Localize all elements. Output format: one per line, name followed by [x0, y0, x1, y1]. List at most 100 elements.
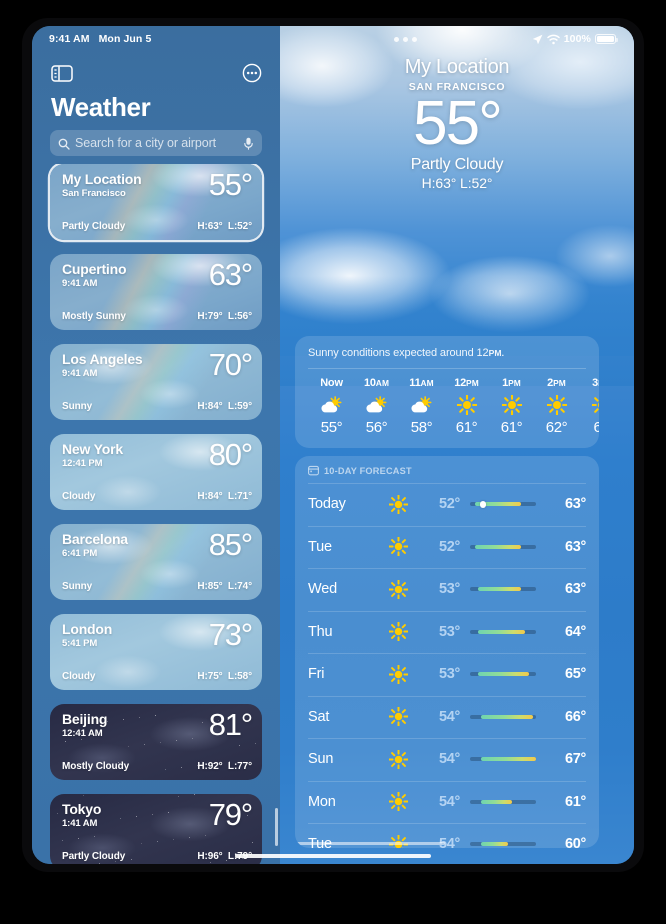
current-weather-hero: My Location SAN FRANCISCO 55° Partly Clo… [280, 56, 634, 191]
daily-forecast-row[interactable]: Sun 54° 67° [295, 738, 599, 781]
city-name: Tokyo [62, 801, 102, 817]
status-bar-left: 9:41 AM Mon Jun 5 [32, 33, 280, 45]
daily-forecast-header: 10-DAY FORECAST [295, 456, 599, 483]
search-icon [58, 137, 70, 150]
day-high-temp: 66° [564, 708, 586, 725]
daily-forecast-label: 10-DAY FORECAST [324, 465, 412, 476]
hour-label: 1PM [502, 377, 521, 389]
hour-temperature: 61° [500, 419, 523, 436]
city-subtitle: 12:41 AM [62, 728, 103, 739]
city-name: Cupertino [62, 261, 127, 277]
temperature-range-bar [470, 799, 536, 804]
city-subtitle: 1:41 AM [62, 818, 98, 829]
hour-column: 11AM 58° [399, 377, 444, 436]
day-low-temp: 52° [438, 496, 460, 513]
city-card-london[interactable]: London 5:41 PM 73° Cloudy H:75° L:58° [50, 614, 262, 690]
day-low-temp: 53° [438, 666, 460, 683]
daily-forecast-row[interactable]: Sat 54° 66° [295, 695, 599, 739]
city-high-low: H:63° L:52° [197, 221, 252, 232]
daily-forecast-row[interactable]: Today 52° 63° [295, 483, 599, 526]
hour-temperature: 62° [545, 419, 568, 436]
city-high-low: H:92° L:77° [197, 761, 252, 772]
city-card-my-location[interactable]: My Location San Francisco 55° Partly Cloudy… [50, 164, 262, 240]
city-condition: Cloudy [62, 491, 96, 502]
hour-column: 10AM 56° [354, 377, 399, 436]
temperature-range-bar [470, 842, 536, 847]
city-card-los-angeles[interactable]: Los Angeles 9:41 AM 70° Sunny H:84° L:59° [50, 344, 262, 420]
temperature-range-bar [470, 714, 536, 719]
city-temperature: 70° [208, 347, 253, 382]
search-placeholder: Search for a city or airport [75, 136, 217, 150]
city-card-barcelona[interactable]: Barcelona 6:41 PM 85° Sunny H:85° L:74° [50, 524, 262, 600]
multitask-dot [412, 36, 418, 42]
city-card-tokyo[interactable]: Tokyo 1:41 AM 79° Partly Cloudy H:96° L:79° [50, 794, 262, 864]
hour-label: 12PM [454, 377, 479, 389]
sidebar-toggle-icon[interactable] [51, 64, 73, 82]
ellipsis-circle-icon[interactable] [242, 63, 262, 83]
daily-forecast-row[interactable]: Fri 53° 65° [295, 653, 599, 696]
daily-scrollbar[interactable] [295, 841, 445, 845]
city-name: London [62, 621, 113, 637]
city-card-beijing[interactable]: Beijing 12:41 AM 81° Mostly Cloudy H:92° L:7… [50, 704, 262, 780]
home-indicator[interactable] [235, 853, 431, 858]
daily-forecast-row[interactable]: Wed 53° 63° [295, 568, 599, 611]
sun-icon [378, 622, 418, 642]
day-low-temp: 54° [438, 793, 460, 810]
day-low-temp: 54° [438, 708, 460, 725]
temperature-range-bar [470, 587, 536, 592]
hero-condition: Partly Cloudy [410, 155, 504, 173]
day-name: Sun [308, 751, 334, 768]
city-temperature: 55° [208, 167, 253, 202]
city-card-cupertino[interactable]: Cupertino 9:41 AM 63° Mostly Sunny H:79° L:5… [50, 254, 262, 330]
sun-icon [378, 537, 418, 557]
bar-fill [475, 544, 522, 549]
multitask-dot [394, 36, 400, 42]
hero-location-title: My Location [404, 56, 510, 78]
city-condition: Partly Cloudy [62, 851, 126, 862]
sidebar-toolbar [32, 56, 280, 90]
battery-percent: 100% [563, 33, 591, 45]
city-list[interactable]: My Location San Francisco 55° Partly Cloudy… [32, 164, 280, 864]
sun-icon [489, 394, 534, 416]
daily-forecast-card[interactable]: 10-DAY FORECAST Today 52° 63° Tue 52° 63° Wed 5… [295, 456, 599, 848]
temperature-range-bar [470, 757, 536, 762]
city-card-new-york[interactable]: New York 12:41 PM 80° Cloudy H:84° L:71° [50, 434, 262, 510]
hour-column: 12PM 61° [444, 377, 489, 436]
day-high-temp: 63° [564, 581, 586, 598]
day-high-temp: 65° [564, 666, 586, 683]
sun-icon [378, 579, 418, 599]
daily-forecast-rows[interactable]: Today 52° 63° Tue 52° 63° Wed 53° 63° Thu 53° 64° Fr… [295, 483, 599, 848]
multitasking-control[interactable] [280, 36, 532, 42]
device-bezel: Weather Search for a city or airport My … [22, 18, 644, 872]
day-low-temp: 53° [438, 581, 460, 598]
day-low-temp: 52° [438, 538, 460, 555]
status-date: Mon Jun 5 [98, 33, 152, 45]
hourly-forecast-card[interactable]: Sunny conditions expected around 12PM. N… [295, 336, 599, 448]
bar-fill [481, 842, 509, 847]
bar-fill [481, 799, 513, 804]
sun-icon [378, 792, 418, 812]
daily-forecast-row[interactable]: Tue 52° 63° [295, 525, 599, 569]
daily-forecast-row[interactable]: Thu 53° 64° [295, 610, 599, 654]
microphone-icon[interactable] [243, 137, 254, 150]
hour-temperature: 61° [455, 419, 478, 436]
sidebar-scrollbar[interactable] [274, 808, 278, 846]
hour-temperature: 62 [593, 419, 599, 436]
day-name: Wed [308, 581, 337, 598]
search-input[interactable]: Search for a city or airport [50, 130, 262, 156]
day-high-temp: 60° [564, 836, 586, 848]
city-temperature: 80° [208, 437, 253, 472]
hero-high-low: H:63° L:52° [421, 174, 493, 191]
partly-cloudy-icon [399, 394, 444, 416]
hour-label: Now [320, 377, 343, 389]
daily-forecast-row[interactable]: Mon 54° 61° [295, 780, 599, 824]
city-high-low: H:84° L:59° [197, 401, 252, 412]
bar-fill [481, 757, 536, 762]
day-high-temp: 67° [564, 751, 586, 768]
city-name: Barcelona [62, 531, 128, 547]
city-temperature: 85° [208, 527, 253, 562]
hourly-scroll-row[interactable]: Now 55° 10AM 56° 11AM 58° 12PM 61° 1PM 61° 2PM 6… [295, 369, 599, 436]
city-name: Beijing [62, 711, 108, 727]
ipad-screen: Weather Search for a city or airport My … [32, 26, 634, 864]
city-name: My Location [62, 171, 142, 187]
